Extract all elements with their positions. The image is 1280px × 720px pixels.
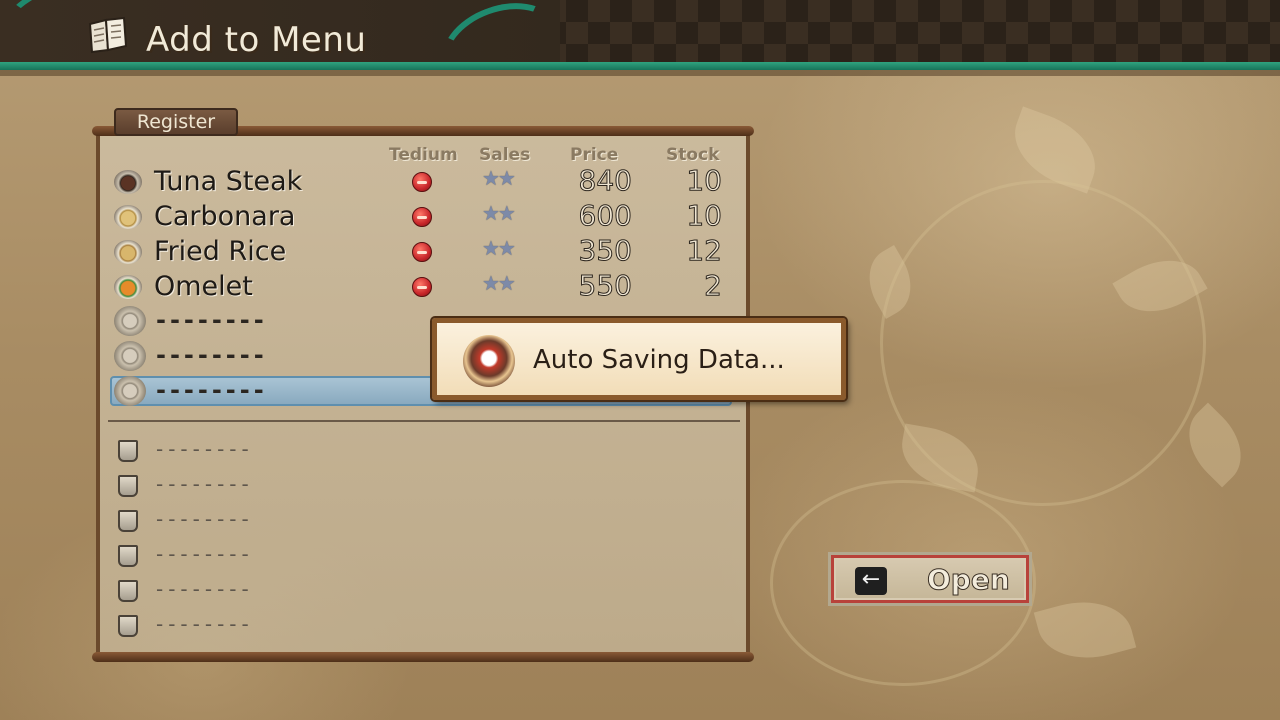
menu-item-fried-rice[interactable]: Fried Rice ★★ 350 12	[110, 234, 736, 272]
empty-plate-icon	[114, 341, 146, 371]
empty-drink-slot[interactable]: --------	[156, 437, 254, 461]
price-value: 350	[578, 234, 632, 268]
column-header-sales: Sales	[479, 145, 531, 165]
autosave-message: Auto Saving Data...	[533, 345, 785, 375]
sales-stars: ★★	[482, 236, 516, 260]
dish-name: Tuna Steak	[154, 166, 303, 197]
tuna-steak-dish-icon	[114, 170, 142, 194]
stock-value: 10	[686, 164, 723, 198]
autosave-character-icon	[463, 335, 515, 387]
empty-cup-icon	[118, 440, 138, 462]
dish-name: Omelet	[154, 271, 253, 302]
empty-food-slot[interactable]: --------	[156, 376, 268, 404]
back-arrow-key-icon: ←	[855, 567, 887, 595]
open-button[interactable]: ← Open	[828, 552, 1032, 606]
tedium-face-icon	[412, 242, 432, 262]
empty-drink-slot[interactable]: --------	[156, 577, 254, 601]
header-shadow	[0, 70, 1280, 76]
dish-name: Carbonara	[154, 201, 296, 232]
fried-rice-dish-icon	[114, 240, 142, 264]
sales-stars: ★★	[482, 271, 516, 295]
background-vine	[880, 180, 1206, 506]
header-green-stripe	[0, 62, 1280, 70]
empty-cup-icon	[118, 545, 138, 567]
stock-value: 2	[704, 269, 723, 303]
register-tab[interactable]: Register	[114, 108, 238, 136]
omelet-dish-icon	[114, 275, 142, 299]
carbonara-dish-icon	[114, 205, 142, 229]
tedium-face-icon	[412, 172, 432, 192]
empty-plate-icon	[114, 376, 146, 406]
price-value: 550	[578, 269, 632, 303]
section-divider	[108, 420, 740, 422]
stock-value: 10	[686, 199, 723, 233]
panel-bottom-rod	[92, 652, 754, 662]
tedium-face-icon	[412, 207, 432, 227]
recipe-book-icon	[88, 16, 128, 54]
empty-drink-slot[interactable]: --------	[156, 612, 254, 636]
stock-value: 12	[686, 234, 723, 268]
empty-drink-slot[interactable]: --------	[156, 507, 254, 531]
empty-cup-icon	[118, 615, 138, 637]
menu-item-tuna-steak[interactable]: Tuna Steak ★★ 840 10	[110, 164, 736, 202]
sales-stars: ★★	[482, 166, 516, 190]
empty-cup-icon	[118, 510, 138, 532]
column-header-tedium: Tedium	[389, 145, 458, 165]
empty-cup-icon	[118, 580, 138, 602]
sales-stars: ★★	[482, 201, 516, 225]
empty-food-slot[interactable]: --------	[156, 341, 268, 369]
price-value: 600	[578, 199, 632, 233]
price-value: 840	[578, 164, 632, 198]
dish-name: Fried Rice	[154, 236, 287, 267]
empty-cup-icon	[118, 475, 138, 497]
autosave-popup: Auto Saving Data...	[432, 318, 846, 400]
empty-drink-slot[interactable]: --------	[156, 472, 254, 496]
empty-food-slot[interactable]: --------	[156, 306, 268, 334]
column-header-price: Price	[570, 145, 619, 165]
empty-plate-icon	[114, 306, 146, 336]
menu-item-omelet[interactable]: Omelet ★★ 550 2	[110, 269, 736, 307]
background-leaf	[1033, 589, 1137, 671]
menu-item-carbonara[interactable]: Carbonara ★★ 600 10	[110, 199, 736, 237]
open-button-label: Open	[927, 563, 1011, 597]
column-header-stock: Stock	[666, 145, 720, 165]
empty-drink-slot[interactable]: --------	[156, 542, 254, 566]
tedium-face-icon	[412, 277, 432, 297]
page-title: Add to Menu	[146, 20, 367, 60]
